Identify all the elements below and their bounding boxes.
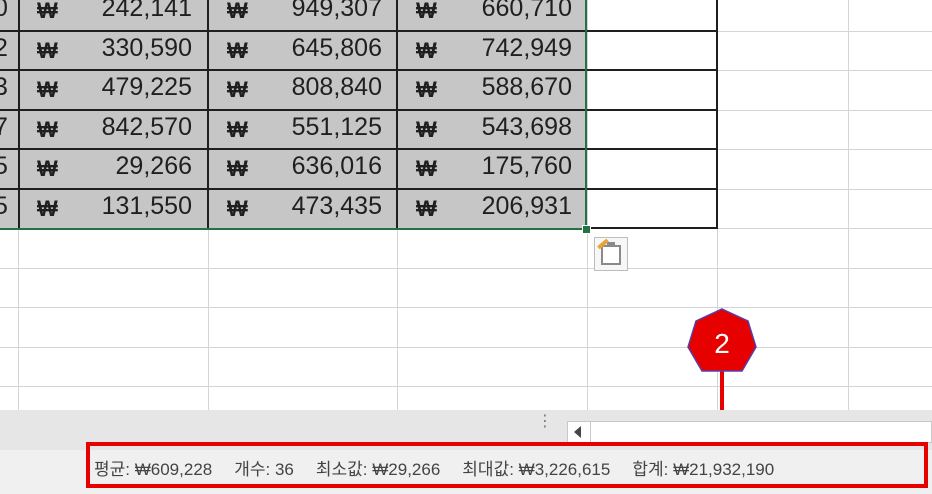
currency-symbol: ₩ <box>227 196 248 221</box>
selection-border <box>585 0 587 230</box>
cell-value[interactable]: 645,806 <box>250 34 382 63</box>
currency-symbol: ₩ <box>416 38 437 63</box>
cell-value[interactable]: 479,225 <box>60 73 192 102</box>
cell-border <box>18 0 20 228</box>
cell-value[interactable]: 473,435 <box>250 192 382 221</box>
cell-border <box>716 0 718 229</box>
cell-value[interactable]: 242,141 <box>60 0 192 23</box>
currency-symbol: ₩ <box>37 156 58 181</box>
cell-value[interactable]: 330,590 <box>60 34 192 63</box>
cell-stub[interactable]: 5 <box>0 192 8 221</box>
fill-handle[interactable] <box>582 225 591 234</box>
gridline <box>587 0 588 410</box>
currency-symbol: ₩ <box>37 117 58 142</box>
callout-badge: 2 <box>687 308 757 372</box>
cell-border <box>0 30 717 32</box>
currency-symbol: ₩ <box>227 0 248 23</box>
cell-stub[interactable]: 3 <box>0 73 8 102</box>
cell-border <box>0 109 717 111</box>
cell-stub[interactable]: 7 <box>0 113 8 142</box>
cell-stub[interactable]: 5 <box>0 152 8 181</box>
gridline <box>0 347 932 348</box>
cell-border <box>0 148 717 150</box>
cell-value[interactable]: 636,016 <box>250 152 382 181</box>
cell-stub[interactable]: 2 <box>0 34 8 63</box>
currency-symbol: ₩ <box>227 77 248 102</box>
currency-symbol: ₩ <box>227 38 248 63</box>
currency-symbol: ₩ <box>416 117 437 142</box>
paste-options-button[interactable] <box>594 237 628 271</box>
currency-symbol: ₩ <box>37 196 58 221</box>
cell-value[interactable]: 131,550 <box>60 192 192 221</box>
currency-symbol: ₩ <box>227 117 248 142</box>
worksheet-grid[interactable]: 0 ₩ 242,141 ₩ 949,307 ₩ 660,710 2 ₩ 330,… <box>0 0 932 410</box>
cell-border <box>396 0 398 228</box>
cell-value[interactable]: 543,698 <box>440 113 572 142</box>
cell-value[interactable]: 29,266 <box>60 152 192 181</box>
currency-symbol: ₩ <box>227 156 248 181</box>
currency-symbol: ₩ <box>37 0 58 23</box>
selection-border <box>0 228 587 230</box>
currency-symbol: ₩ <box>416 156 437 181</box>
gridline <box>848 0 849 410</box>
cell-value[interactable]: 742,949 <box>440 34 572 63</box>
currency-symbol: ₩ <box>37 38 58 63</box>
gridline <box>0 386 932 387</box>
cell-border <box>0 69 717 71</box>
currency-symbol: ₩ <box>416 77 437 102</box>
horizontal-scrollbar[interactable] <box>567 421 932 443</box>
cell-border <box>587 227 718 229</box>
clipboard-icon <box>601 242 621 265</box>
cell-value[interactable]: 949,307 <box>250 0 382 23</box>
cell-value[interactable]: 588,670 <box>440 73 572 102</box>
scroll-left-button[interactable] <box>567 421 591 443</box>
cell-value[interactable]: 808,840 <box>250 73 382 102</box>
currency-symbol: ₩ <box>37 77 58 102</box>
gridline <box>0 307 932 308</box>
callout-number: 2 <box>714 328 730 359</box>
cell-border <box>207 0 209 228</box>
cell-value[interactable]: 175,760 <box>440 152 572 181</box>
gridline <box>0 268 932 269</box>
cell-border <box>0 188 717 190</box>
tab-split-handle-icon[interactable]: ⋮ <box>537 414 553 430</box>
highlight-box <box>86 442 928 488</box>
cell-value[interactable]: 551,125 <box>250 113 382 142</box>
cell-stub[interactable]: 0 <box>0 0 8 23</box>
currency-symbol: ₩ <box>416 196 437 221</box>
cell-value[interactable]: 660,710 <box>440 0 572 23</box>
cell-value[interactable]: 206,931 <box>440 192 572 221</box>
cell-value[interactable]: 842,570 <box>60 113 192 142</box>
currency-symbol: ₩ <box>416 0 437 23</box>
